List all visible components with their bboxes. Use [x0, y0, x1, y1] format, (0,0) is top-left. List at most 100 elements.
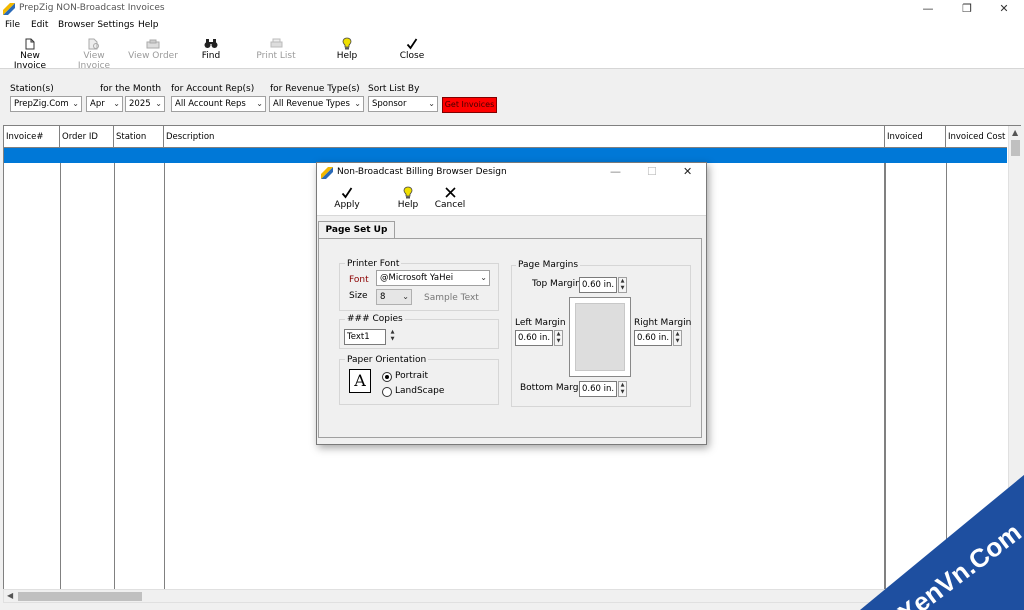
account-rep-value: All Account Reps	[175, 99, 246, 109]
get-invoices-button[interactable]: Get Invoices	[442, 97, 497, 113]
dialog-help-label: Help	[397, 200, 419, 210]
copies-label: ### Copies	[345, 314, 405, 324]
column-divider	[946, 163, 947, 589]
column-station[interactable]: Station	[114, 126, 164, 148]
year-select[interactable]: 2025 ⌄	[125, 96, 165, 112]
station-value: PrepZig.Com	[14, 99, 69, 109]
portrait-radio[interactable]	[382, 372, 392, 382]
printer-icon	[270, 38, 282, 48]
orientation-a-icon: A	[349, 369, 371, 393]
tab-page-setup[interactable]: Page Set Up	[318, 221, 395, 239]
copies-stepper[interactable]: ▲ ▼	[388, 329, 397, 345]
landscape-label: LandScape	[395, 386, 445, 396]
landscape-radio[interactable]	[382, 387, 392, 397]
cancel-label: Cancel	[434, 200, 466, 210]
view-invoice-button[interactable]: View Invoice	[66, 36, 122, 71]
chevron-down-icon: ⌄	[402, 292, 409, 301]
right-margin-stepper[interactable]: ▲ ▼	[673, 330, 682, 346]
month-select[interactable]: Apr ⌄	[86, 96, 123, 112]
column-divider	[114, 163, 115, 589]
font-select[interactable]: @Microsoft YaHei ⌄	[376, 270, 490, 286]
find-button[interactable]: Find	[198, 36, 224, 61]
dialog-minimize-button[interactable]: —	[610, 165, 621, 178]
left-margin-label: Left Margin	[515, 318, 566, 328]
scroll-up-icon[interactable]: ▲	[1012, 128, 1018, 137]
apply-button[interactable]: Apply	[333, 185, 361, 210]
dialog-title-bar: Non-Broadcast Billing Browser Design — ☐…	[317, 163, 706, 183]
print-list-button[interactable]: Print List	[256, 36, 296, 61]
new-invoice-label: New Invoice	[13, 51, 47, 71]
revenue-type-value: All Revenue Types	[273, 99, 350, 109]
close-window-button[interactable]: ✕	[986, 0, 1022, 18]
help-button[interactable]: Help	[334, 36, 360, 61]
checkmark-icon	[341, 187, 353, 198]
scroll-left-icon[interactable]: ◀	[7, 591, 13, 600]
top-margin-input[interactable]: 0.60 in.	[579, 277, 617, 293]
menu-edit[interactable]: Edit	[31, 20, 48, 30]
column-invoiced-items[interactable]: Invoiced Items	[885, 126, 946, 164]
view-order-button[interactable]: View Order	[128, 36, 178, 61]
revenue-type-select[interactable]: All Revenue Types ⌄	[269, 96, 364, 112]
new-document-icon	[25, 38, 35, 49]
orientation-label: Paper Orientation	[345, 355, 429, 365]
dialog-help-button[interactable]: Help	[397, 185, 419, 210]
left-margin-stepper[interactable]: ▲ ▼	[554, 330, 563, 346]
chevron-down-icon: ⌄	[256, 99, 263, 108]
menu-help[interactable]: Help	[138, 20, 159, 30]
left-margin-input[interactable]: 0.60 in.	[515, 330, 553, 346]
month-label: for the Month	[100, 84, 162, 94]
cancel-button[interactable]: Cancel	[434, 185, 466, 210]
close-label: Close	[399, 51, 425, 61]
new-invoice-button[interactable]: New Invoice	[3, 36, 57, 71]
minimize-button[interactable]: —	[910, 0, 946, 18]
size-select[interactable]: 8 ⌄	[376, 289, 412, 305]
close-button[interactable]: Close	[398, 36, 426, 61]
sort-value: Sponsor	[372, 99, 407, 109]
table-row[interactable]	[4, 148, 1007, 163]
view-invoice-label: View Invoice	[77, 51, 111, 71]
dialog-maximize-button[interactable]: ☐	[647, 165, 657, 178]
station-label: Station(s)	[10, 84, 54, 94]
vertical-scrollbar[interactable]: ▲	[1008, 126, 1021, 589]
page-margins-label: Page Margins	[516, 260, 581, 270]
column-order-id[interactable]: Order ID	[60, 126, 114, 148]
right-margin-input[interactable]: 0.60 in.	[634, 330, 672, 346]
vertical-scroll-thumb[interactable]	[1011, 140, 1020, 156]
menu-browser-settings[interactable]: Browser Settings	[58, 20, 134, 30]
top-margin-stepper[interactable]: ▲ ▼	[618, 277, 627, 293]
help-label: Help	[336, 51, 358, 61]
revenue-type-label: for Revenue Type(s)	[270, 84, 360, 94]
chevron-down-icon: ⌄	[428, 99, 435, 108]
page-preview-content	[575, 303, 625, 371]
horizontal-scrollbar[interactable]: ◀ ▶	[3, 589, 1021, 603]
chevron-down-icon: ⌄	[480, 273, 487, 282]
sort-select[interactable]: Sponsor ⌄	[368, 96, 438, 112]
checkmark-icon	[406, 38, 418, 49]
window-title: PrepZig NON-Broadcast Invoices	[19, 3, 165, 13]
title-bar: PrepZig NON-Broadcast Invoices — ❐ ✕	[0, 0, 1024, 18]
copies-input[interactable]: Text1	[344, 329, 386, 345]
column-invoice[interactable]: Invoice#	[4, 126, 60, 148]
column-invoiced-cost[interactable]: Invoiced Cost	[946, 126, 1007, 148]
bottom-margin-input[interactable]: 0.60 in.	[579, 381, 617, 397]
sample-text: Sample Text	[424, 293, 479, 303]
station-select[interactable]: PrepZig.Com ⌄	[10, 96, 82, 112]
column-divider	[884, 163, 886, 589]
month-value: Apr	[90, 99, 105, 109]
x-icon	[444, 187, 456, 198]
table-header: Invoice# Order ID Station Description In…	[4, 126, 1007, 164]
horizontal-scroll-thumb[interactable]	[18, 592, 142, 601]
sort-label: Sort List By	[368, 84, 420, 94]
scroll-right-icon[interactable]: ▶	[1008, 591, 1014, 600]
menu-file[interactable]: File	[5, 20, 20, 30]
dialog-close-button[interactable]: ✕	[683, 165, 692, 178]
bottom-margin-stepper[interactable]: ▲ ▼	[618, 381, 627, 397]
help-bulb-icon	[342, 37, 352, 50]
account-rep-select[interactable]: All Account Reps ⌄	[171, 96, 266, 112]
dialog-toolbar: Apply Help Cancel	[317, 183, 706, 216]
apply-label: Apply	[334, 200, 360, 210]
column-description[interactable]: Description	[164, 126, 885, 148]
chevron-down-icon: ⌄	[72, 99, 79, 108]
bottom-margin-label: Bottom Margin	[520, 383, 587, 393]
restore-button[interactable]: ❐	[949, 0, 985, 18]
